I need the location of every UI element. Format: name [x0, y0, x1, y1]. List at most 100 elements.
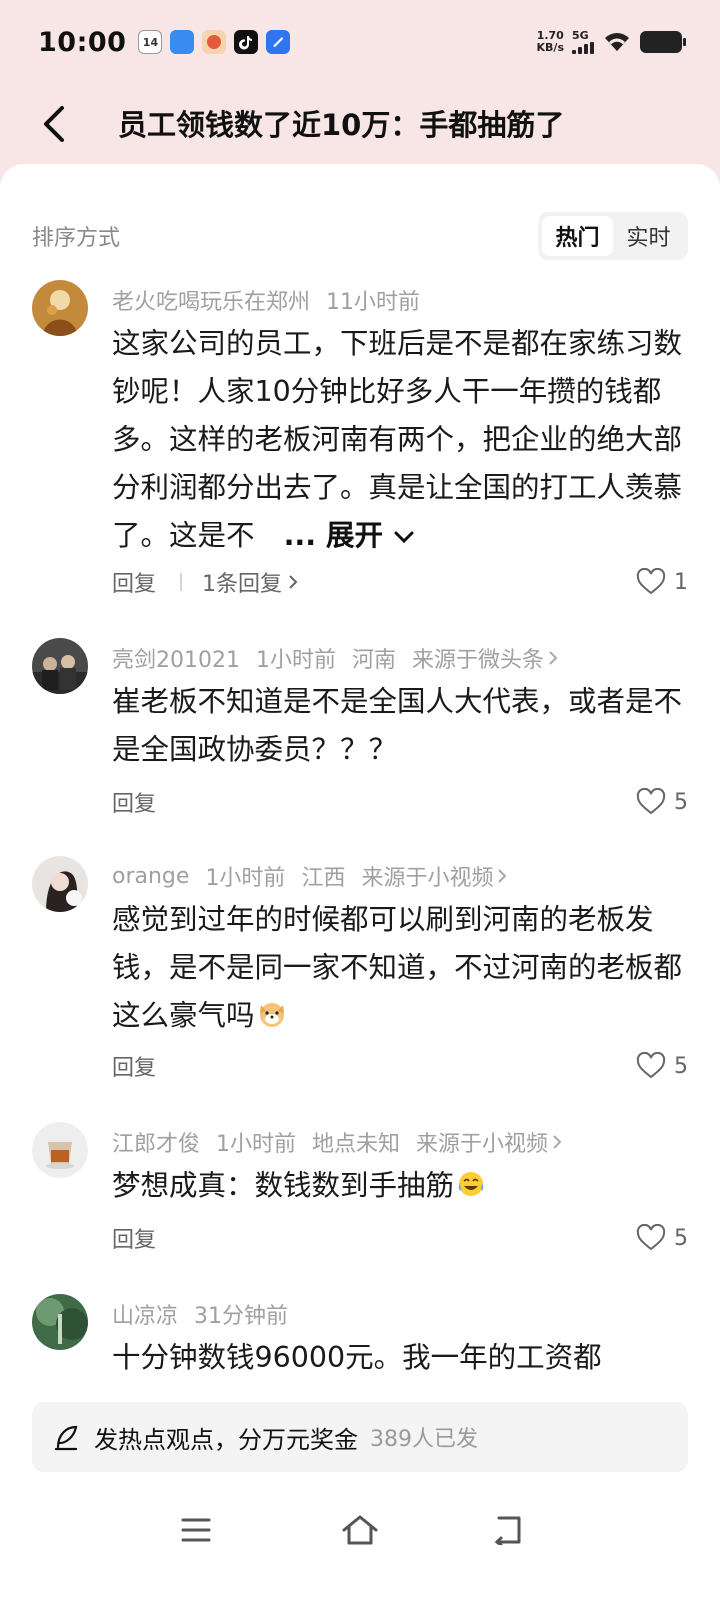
sort-label: 排序方式 [32, 226, 121, 251]
post-bar-text: 发热点观点，分万元奖金 [94, 1425, 358, 1454]
comment-item: orange 1小时前 江西 来源于小视频 感觉到过年的时候都可以刷到河南的老板… [32, 856, 688, 1086]
comment-source[interactable]: 来源于微头条 [412, 642, 558, 674]
pen-icon [54, 1425, 78, 1451]
comment-text: 梦想成真：数钱数到手抽筋 [112, 1162, 688, 1210]
source-label: 来源于小视频 [416, 1132, 549, 1157]
chevron-right-icon [498, 869, 507, 883]
comment-time: 1小时前 [255, 648, 336, 673]
comment-text: 感觉到过年的时候都可以刷到河南的老板发钱，是不是同一家不知道，不过河南的老板都这… [112, 896, 688, 1040]
comment-actions: 回复 1条回复 1 [112, 562, 688, 602]
back-nav-button[interactable] [478, 1508, 538, 1552]
comment-meta: 江郎才俊 1小时前 地点未知 来源于小视频 [112, 1126, 562, 1158]
comment-actions: 回复 5 [112, 782, 688, 822]
comment-actions: 回复 5 [112, 1218, 688, 1258]
battery-icon [640, 31, 686, 53]
crying-laughing-emoji-icon [456, 1166, 486, 1196]
comment-item: 江郎才俊 1小时前 地点未知 来源于小视频 梦想成真：数钱数到手抽筋 回复 5 [32, 1122, 688, 1262]
comment-source[interactable]: 来源于小视频 [416, 1126, 562, 1158]
like-button[interactable]: 1 [636, 568, 688, 596]
header: 员工领钱数了近10万：手都抽筋了 [0, 84, 720, 164]
like-button[interactable]: 5 [636, 1052, 688, 1080]
reply-button[interactable]: 回复 [112, 786, 156, 818]
chevron-right-icon [549, 651, 558, 665]
chevron-down-icon [394, 531, 414, 544]
comment-meta: 亮剑201021 1小时前 河南 来源于微头条 [112, 642, 558, 674]
comment-actions: 回复 5 [112, 1046, 688, 1086]
comment-time: 11小时前 [326, 290, 421, 315]
comment-body: 梦想成真：数钱数到手抽筋 [112, 1169, 455, 1202]
avatar[interactable] [32, 638, 88, 694]
heart-icon [636, 788, 666, 815]
signal-icon [572, 42, 594, 54]
status-right: 1.70 KB/s 5G [536, 30, 686, 54]
network-label: 5G [572, 29, 589, 42]
comment-body: 感觉到过年的时候都可以刷到河南的老板发钱，是不是同一家不知道，不过河南的老板都这… [112, 903, 683, 1032]
comment-item: 亮剑201021 1小时前 河南 来源于微头条 崔老板不知道是不是全国人大代表，… [32, 638, 688, 818]
menu-button[interactable] [166, 1508, 226, 1552]
comment-user[interactable]: 山凉凉 [112, 1298, 178, 1330]
sort-option-latest[interactable]: 实时 [613, 216, 684, 256]
comment-text: 崔老板不知道是不是全国人大代表，或者是不是全国政协委员？？？ [112, 685, 683, 766]
post-opinion-bar[interactable]: 发热点观点，分万元奖金 389人已发 [32, 1402, 688, 1472]
comment-source[interactable]: 来源于小视频 [361, 860, 507, 892]
comment-location: 江西 [301, 866, 346, 891]
comment-user[interactable]: 江郎才俊 [112, 1126, 200, 1158]
back-button[interactable] [28, 98, 80, 150]
avatar[interactable] [32, 1122, 88, 1178]
heart-icon [636, 1052, 666, 1079]
like-button[interactable]: 5 [636, 1224, 688, 1252]
reply-button[interactable]: 回复 [112, 566, 156, 598]
files-icon [170, 30, 195, 54]
sort-toggle: 热门 实时 [538, 212, 688, 260]
chevron-left-icon [44, 106, 64, 142]
system-navbar [0, 1490, 720, 1608]
replies-count: 1条回复 [202, 572, 283, 597]
reply-button[interactable]: 回复 [112, 1050, 156, 1082]
like-count: 5 [674, 1053, 688, 1079]
view-replies-link[interactable]: 1条回复 [202, 566, 298, 598]
comment-time: 31分钟前 [194, 1304, 289, 1329]
comment-location: 地点未知 [312, 1132, 401, 1157]
shop-icon [202, 30, 227, 54]
comment-location: 河南 [351, 648, 396, 673]
status-bar: 10:00 14 1.70 KB/s 5G [0, 0, 720, 84]
comment-meta: orange 1小时前 江西 来源于小视频 [112, 860, 507, 892]
sort-option-hot[interactable]: 热门 [542, 216, 613, 256]
comment-user[interactable]: 亮剑201021 [112, 642, 240, 674]
comment-text: 十分钟数钱96000元。我一年的工资都 [112, 1341, 602, 1374]
avatar[interactable] [32, 280, 88, 336]
comment-item: 老火吃喝玩乐在郑州 11小时前 这家公司的员工，下班后是不是都在家练习数钞呢！人… [32, 280, 688, 600]
home-icon [342, 1515, 378, 1545]
network-type: 5G [572, 30, 594, 54]
expand-label: ... 展开 [283, 519, 383, 552]
comments-sheet: 排序方式 热门 实时 老火吃喝玩乐在郑州 11小时前 这家公司的员工，下班后是不… [0, 164, 720, 1608]
speed-unit: KB/s [536, 41, 564, 54]
comment-time: 1小时前 [205, 866, 286, 891]
page-title: 员工领钱数了近10万：手都抽筋了 [118, 108, 565, 142]
source-label: 来源于微头条 [412, 648, 545, 673]
home-button[interactable] [330, 1508, 390, 1552]
like-count: 5 [674, 789, 688, 815]
dog-emoji-icon [257, 996, 287, 1027]
app-icon [266, 30, 291, 54]
status-app-icons: 14 [138, 30, 291, 54]
avatar[interactable] [32, 1294, 88, 1350]
like-count: 1 [674, 569, 688, 595]
comment-time: 1小时前 [216, 1132, 297, 1157]
heart-icon [636, 1224, 666, 1251]
divider [180, 573, 183, 591]
heart-icon [636, 568, 666, 595]
comment-user[interactable]: 老火吃喝玩乐在郑州 [112, 284, 310, 316]
calendar-icon: 14 [138, 30, 163, 54]
like-count: 5 [674, 1225, 688, 1251]
status-time: 10:00 [38, 26, 127, 58]
chevron-right-icon [553, 1135, 562, 1149]
comment-item: 山凉凉 31分钟前 十分钟数钱96000元。我一年的工资都 [32, 1294, 688, 1394]
like-button[interactable]: 5 [636, 788, 688, 816]
chevron-right-icon [289, 575, 298, 589]
comment-user[interactable]: orange [112, 864, 189, 889]
avatar[interactable] [32, 856, 88, 912]
reply-button[interactable]: 回复 [112, 1222, 156, 1254]
comment-meta: 山凉凉 31分钟前 [112, 1298, 288, 1330]
expand-button[interactable]: ... 展开 [284, 519, 415, 552]
